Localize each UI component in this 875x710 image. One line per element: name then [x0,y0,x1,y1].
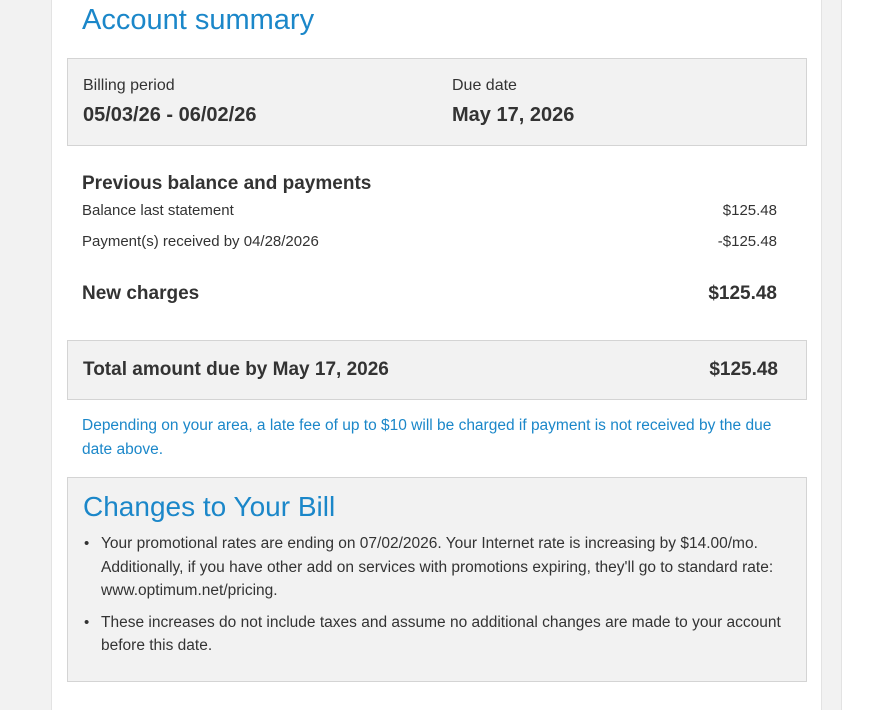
due-date-label: Due date [452,77,517,94]
list-item: • These increases do not include taxes a… [84,611,795,658]
changes-list: • Your promotional rates are ending on 0… [83,532,795,666]
bullet-icon: • [84,535,90,552]
page-title: Account summary [82,4,315,36]
billing-period-label: Billing period [83,77,175,94]
billing-period-value: 05/03/26 - 06/02/26 [83,104,257,126]
bullet-icon: • [84,613,90,631]
new-charges-label: New charges [82,283,200,304]
changes-title: Changes to Your Bill [83,491,336,522]
account-summary-card: Account summary Billing period 05/03/26 … [51,0,822,710]
total-due-row: Total amount due by May 17, 2026 $125.48 [83,358,778,382]
right-scroll-strip [841,0,875,710]
row-amount: $125.48 [722,202,777,219]
due-date-value: May 17, 2026 [452,104,575,126]
new-charges-amount: $125.48 [708,283,777,304]
row-amount: -$125.48 [717,233,777,250]
late-fee-notice: Depending on your area, a late fee of up… [82,417,772,458]
total-due-amount: $125.48 [709,359,778,380]
due-date-block: Due date May 17, 2026 [452,76,574,128]
list-item-text: These increases do not include taxes and… [101,613,781,655]
payments-received-row: Payment(s) received by 04/28/2026 -$125.… [82,232,777,252]
billing-period-panel: Billing period 05/03/26 - 06/02/26 Due d… [67,58,807,146]
changes-to-bill-panel: Changes to Your Bill • Your promotional … [67,477,807,682]
previous-balance-heading: Previous balance and payments [82,173,372,194]
list-item-text: Your promotional rates are ending on 07/… [101,535,774,599]
row-label: Balance last statement [82,202,234,219]
billing-period-block: Billing period 05/03/26 - 06/02/26 [83,76,256,128]
list-item: • Your promotional rates are ending on 0… [84,532,795,603]
balance-last-statement-row: Balance last statement $125.48 [82,201,777,221]
total-due-label: Total amount due by May 17, 2026 [83,359,389,380]
new-charges-row: New charges $125.48 [82,282,777,306]
total-due-panel: Total amount due by May 17, 2026 $125.48 [67,340,807,400]
row-label: Payment(s) received by 04/28/2026 [82,233,319,250]
